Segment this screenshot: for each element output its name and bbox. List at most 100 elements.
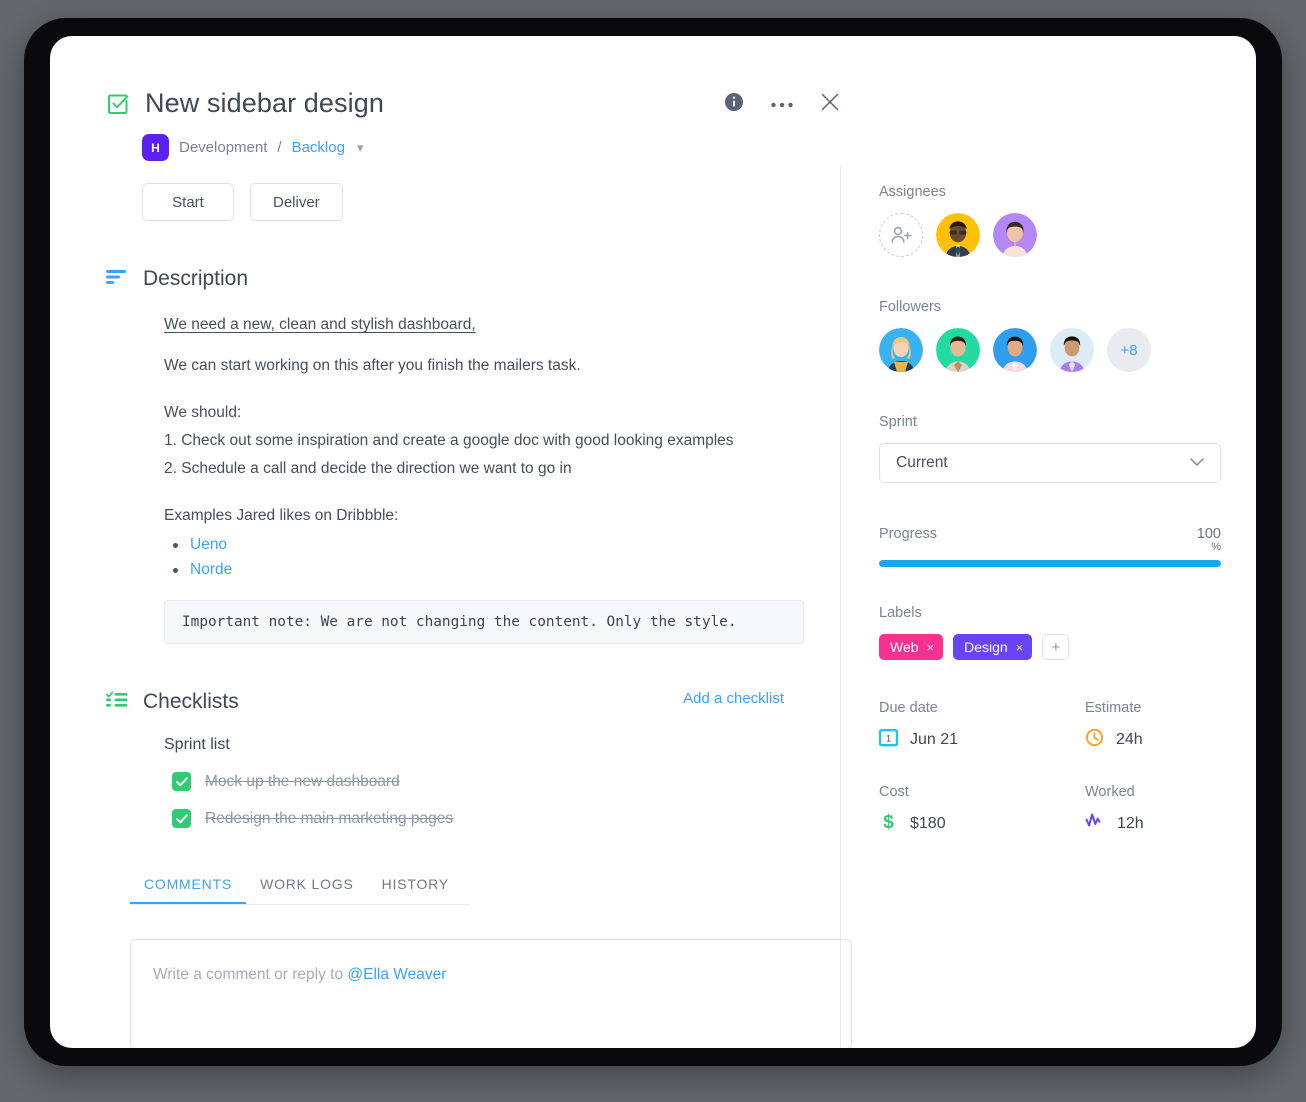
worked-label: Worked — [1085, 784, 1135, 800]
meta-grid: Due date 1 Jun 21 Estimate 24h Cost $ $1… — [878, 700, 1221, 836]
description-line-2: We can start working on this after you f… — [164, 357, 581, 375]
description-step-1: 1. Check out some inspiration and create… — [164, 432, 734, 450]
dollar-icon: $ — [879, 812, 898, 836]
checklists-section-header: Checklists Add a checklist — [105, 690, 784, 714]
description-heading: Description — [143, 267, 249, 290]
description-body: We need a new, clean and stylish dashboa… — [164, 313, 804, 645]
start-button[interactable]: Start — [142, 183, 234, 221]
remove-label-icon[interactable]: × — [1016, 640, 1024, 655]
due-date-label: Due date — [879, 700, 938, 716]
avatar[interactable] — [936, 328, 980, 372]
checklist-item[interactable]: Mock up the new dashboard — [172, 772, 784, 792]
project-badge[interactable]: H — [142, 134, 169, 161]
progress-readout: 100 % — [1197, 525, 1221, 553]
label-chip-text: Design — [964, 639, 1008, 655]
task-detail-modal: New sidebar design H Development / Backl… — [50, 36, 1256, 1048]
svg-text:$: $ — [883, 812, 894, 831]
description-link-list: Ueno Norde — [170, 532, 804, 582]
breadcrumb-project: Development — [179, 139, 268, 156]
detail-sidebar: Assignees Followers +8 Sprint Current Pr… — [841, 36, 1256, 1048]
checklist-item-label: Redesign the main marketing pages — [205, 809, 454, 827]
labels-label: Labels — [879, 605, 922, 621]
estimate-label: Estimate — [1085, 700, 1142, 716]
deliver-button[interactable]: Deliver — [250, 183, 343, 221]
assignees-block: Assignees — [879, 184, 1256, 257]
avatar[interactable] — [1050, 328, 1094, 372]
modal-header: New sidebar design H Development / Backl… — [50, 36, 840, 221]
checklists-section: Checklists Add a checklist Sprint list M… — [50, 690, 784, 829]
breadcrumb: H Development / Backlog ▾ — [142, 134, 840, 161]
add-checklist-link[interactable]: Add a checklist — [683, 690, 784, 707]
close-icon[interactable] — [820, 92, 840, 117]
due-date-value: Jun 21 — [910, 731, 959, 748]
label-chip-design[interactable]: Design × — [953, 634, 1033, 660]
tab-bar: COMMENTS WORK LOGS HISTORY — [130, 876, 470, 906]
progress-header: Progress 100 % — [879, 525, 1221, 553]
description-line-underlined: We need a new, clean and stylish dashboa… — [164, 316, 476, 333]
chevron-down-icon — [1190, 454, 1204, 472]
description-line-3: We should: — [164, 404, 242, 422]
calendar-icon: 1 — [878, 728, 899, 752]
progress-block: Progress 100 % — [879, 525, 1256, 567]
sprint-label: Sprint — [879, 414, 917, 430]
cost-value: $180 — [910, 815, 946, 832]
breadcrumb-status[interactable]: Backlog — [292, 139, 345, 156]
cost-field: Cost $ $180 — [879, 784, 1085, 836]
avatar[interactable] — [879, 328, 923, 372]
description-section-header: Description — [106, 267, 840, 291]
checklist-item[interactable]: Redesign the main marketing pages — [172, 809, 784, 829]
add-label-button[interactable]: + — [1042, 634, 1070, 660]
estimate-field: Estimate 24h — [1085, 700, 1221, 752]
activity-icon — [1085, 812, 1105, 836]
progress-bar[interactable] — [879, 560, 1221, 567]
main-column: New sidebar design H Development / Backl… — [50, 36, 852, 1048]
checkbox-checked-icon[interactable] — [172, 809, 191, 829]
meta-block: Due date 1 Jun 21 Estimate 24h Cost $ $1… — [878, 700, 1256, 836]
tab-comments[interactable]: COMMENTS — [130, 876, 246, 904]
sprint-block: Sprint Current — [879, 414, 1256, 483]
sprint-value: Current — [896, 454, 948, 471]
comment-input[interactable]: Write a comment or reply to @Ella Weaver — [130, 939, 852, 1048]
action-buttons: Start Deliver — [142, 183, 840, 221]
breadcrumb-separator: / — [277, 139, 282, 156]
page-title: New sidebar design — [145, 88, 384, 118]
more-icon[interactable] — [770, 96, 794, 114]
label-chip-web[interactable]: Web × — [879, 634, 944, 660]
due-date-field: Due date 1 Jun 21 — [878, 700, 1085, 752]
cost-label: Cost — [879, 784, 909, 800]
progress-label: Progress — [879, 526, 938, 542]
clock-icon — [1085, 728, 1104, 752]
progress-unit: % — [1211, 541, 1221, 553]
assignees-avatars — [879, 213, 1256, 257]
header-icons — [724, 92, 840, 117]
remove-label-icon[interactable]: × — [927, 640, 935, 655]
avatar[interactable] — [993, 213, 1037, 257]
followers-block: Followers +8 — [879, 299, 1256, 372]
tab-history[interactable]: HISTORY — [368, 876, 463, 904]
followers-label: Followers — [879, 299, 942, 315]
checkbox-checked-icon[interactable] — [172, 772, 191, 792]
followers-more-badge[interactable]: +8 — [1107, 328, 1151, 372]
worked-field: Worked 12h — [1085, 784, 1221, 836]
comment-placeholder: Write a comment or reply to @Ella Weaver — [153, 966, 447, 984]
worked-value: 12h — [1117, 815, 1144, 832]
label-chip-text: Web — [890, 639, 919, 655]
description-note: Important note: We are not changing the … — [164, 600, 804, 645]
description-lines-icon — [106, 269, 128, 290]
checklist-icon — [105, 691, 128, 713]
sprint-select[interactable]: Current — [879, 443, 1221, 483]
checklist-item-label: Mock up the new dashboard — [205, 772, 400, 790]
avatar[interactable] — [993, 328, 1037, 372]
list-item[interactable]: Ueno — [170, 532, 804, 557]
chevron-down-icon[interactable]: ▾ — [357, 140, 364, 156]
info-icon[interactable] — [724, 92, 744, 117]
list-item[interactable]: Norde — [170, 557, 804, 582]
labels-block: Labels Web × Design × + — [879, 605, 1256, 660]
add-assignee-icon[interactable] — [879, 213, 923, 257]
tab-work-logs[interactable]: WORK LOGS — [246, 876, 368, 904]
avatar[interactable] — [936, 213, 980, 257]
progress-bar-fill — [879, 560, 1221, 567]
description-examples-intro: Examples Jared likes on Dribbble: — [164, 507, 399, 525]
progress-value: 100 — [1196, 526, 1221, 542]
estimate-value: 24h — [1116, 731, 1143, 748]
